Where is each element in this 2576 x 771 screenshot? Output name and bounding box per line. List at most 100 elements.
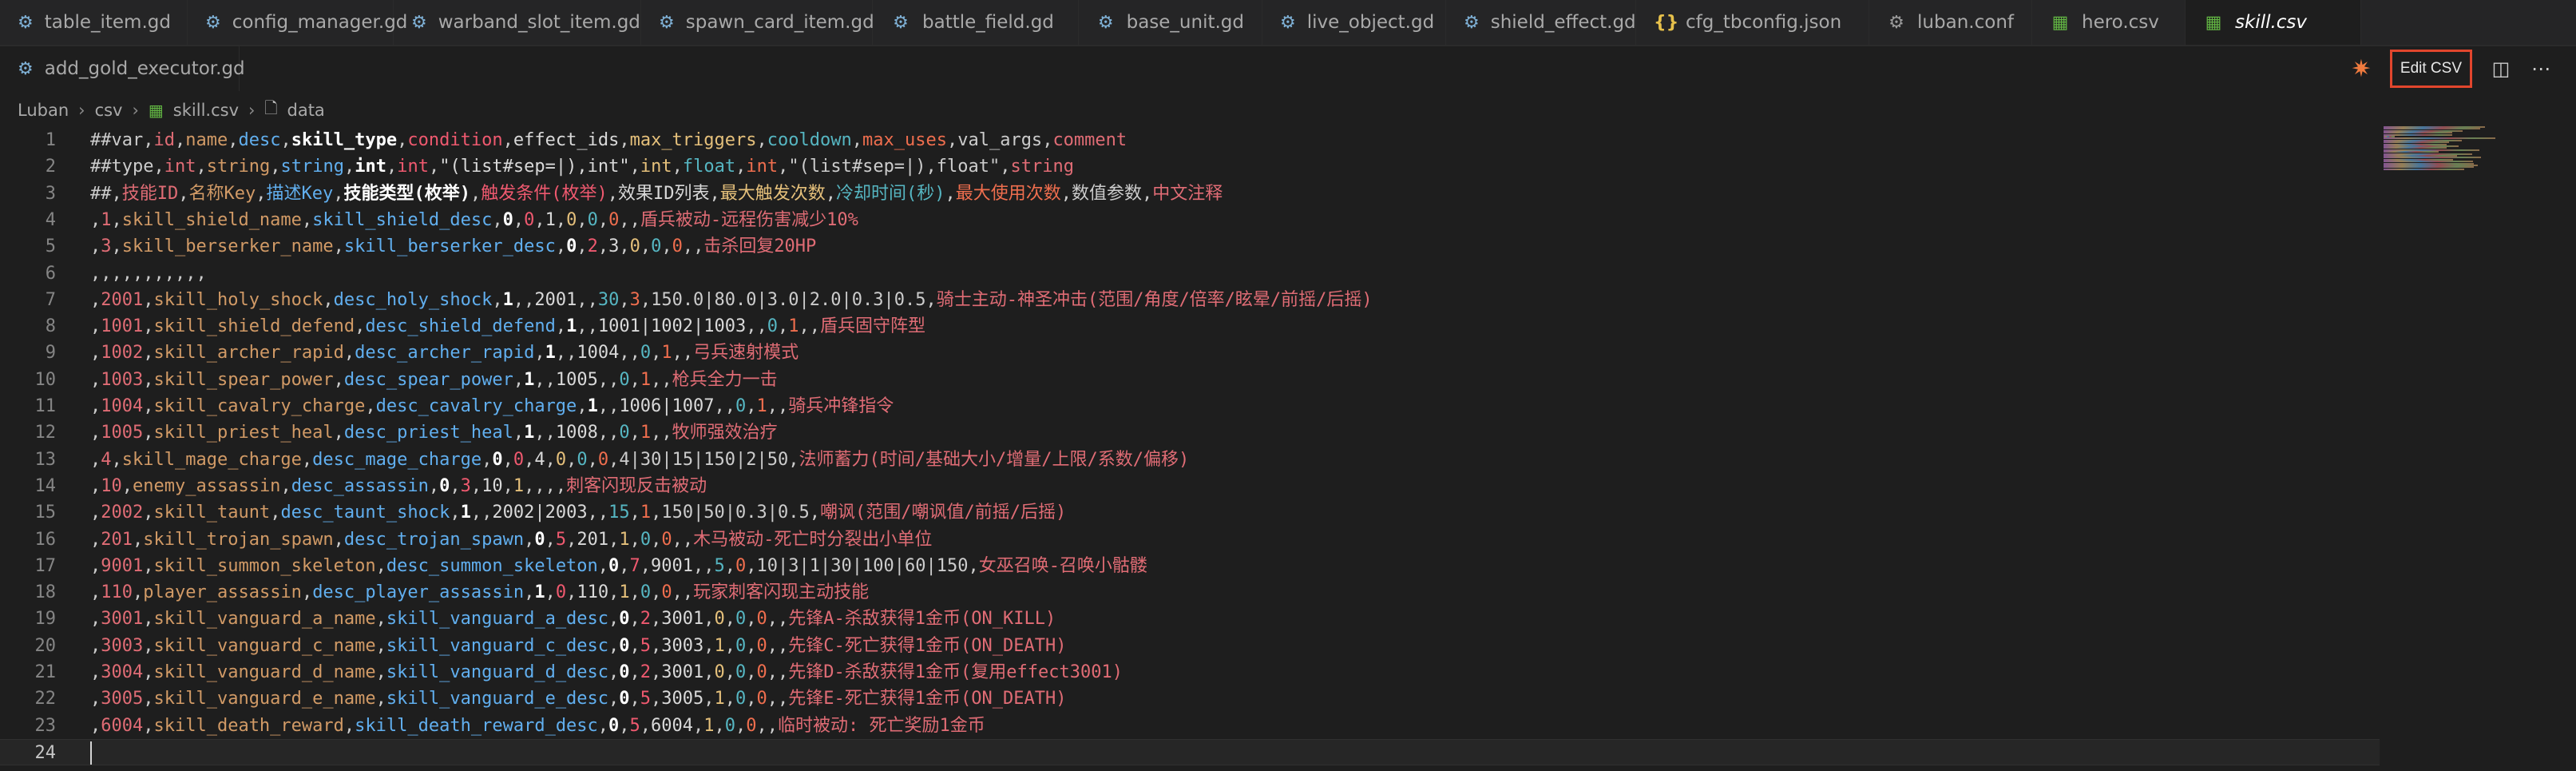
line-number: 6	[45, 263, 56, 284]
csv-cell: desc_trojan_spawn	[343, 529, 525, 550]
csv-cell: 先锋E-死亡获得1金币(ON_DEATH)	[788, 689, 1067, 709]
csv-cell: 描述Key	[266, 183, 334, 204]
code-line[interactable]: 6,,,,,,,,,,,	[0, 260, 2380, 287]
code-line[interactable]: 5 ,3,skill_berserker_name,skill_berserker…	[0, 233, 2380, 260]
breadcrumb: Luban › csv › ▦ skill.csv › 🗋 data	[18, 94, 325, 126]
code-line[interactable]: 15,2002,skill_taunt,desc_taunt_shock,1,,…	[0, 499, 2380, 526]
code-line[interactable]: 11,1004,skill_cavalry_charge,desc_cavalr…	[0, 393, 2380, 419]
csv-cell: 牧师强效治疗	[672, 423, 778, 443]
csv-cell: enemy_assassin	[133, 475, 281, 496]
csv-cell: 5	[714, 555, 725, 576]
code-line[interactable]: 3 ##,技能ID,名称Key,描述Key,技能类型(枚举),触发条件(枚举),效…	[0, 181, 2380, 207]
sparkle-icon[interactable]: ✷	[2347, 53, 2376, 85]
code-line[interactable]: 10,1003,skill_spear_power,desc_spear_pow…	[0, 367, 2380, 393]
breadcrumb-item-data[interactable]: data	[287, 101, 325, 120]
csv-cell: skill_holy_shock	[153, 289, 323, 310]
csv-cell: 1	[661, 343, 672, 364]
code-line[interactable]: 23 ,6004,skill_death_reward,skill_death_r…	[0, 713, 2380, 739]
tab-base-unit-gd[interactable]: ⚙ base_unit.gd	[1079, 0, 1262, 45]
code-line[interactable]: 12 ,1005,skill_priest_heal,desc_priest_he…	[0, 419, 2380, 446]
csv-cell: skill_vanguard_c_name	[153, 635, 376, 656]
csv-cell: 9001	[651, 555, 694, 576]
editor-scrollbar[interactable]	[2554, 126, 2576, 771]
code-line[interactable]: 14,10,enemy_assassin,desc_assassin,0,3,1…	[0, 473, 2380, 499]
csv-cell: 1001|1002|1003	[597, 316, 747, 337]
tab-skill-csv[interactable]: ▦ skill.csv	[2186, 0, 2361, 45]
csv-cell: skill_cavalry_charge	[153, 396, 366, 416]
tab-live-object-gd[interactable]: ⚙ live_object.gd	[1262, 0, 1446, 45]
editor-tab-bar-second-row: ⚙ add_gold_executor.gd	[0, 46, 2576, 91]
code-line[interactable]: 22 ,3005,skill_vanguard_e_name,skill_vang…	[0, 686, 2380, 712]
tab-config-manager-gd[interactable]: ⚙ config_manager.gd	[188, 0, 407, 45]
tab-add-gold-executor-gd[interactable]: ⚙ add_gold_executor.gd	[0, 46, 245, 91]
csv-cell: 0	[735, 689, 747, 709]
code-line[interactable]: 16 ,201,skill_trojan_spawn,desc_trojan_sp…	[0, 527, 2380, 553]
more-actions-icon[interactable]: ⋯	[2526, 53, 2555, 85]
code-line[interactable]: 8 ,1001,skill_shield_defend,desc_shield_d…	[0, 313, 2380, 340]
edit-csv-button[interactable]: Edit CSV	[2389, 50, 2472, 88]
code-line[interactable]: 7 ,2001,skill_holy_shock,desc_holy_shock,…	[0, 287, 2380, 313]
code-line[interactable]: 2 ##type,int,string,string,int,int,"(list…	[0, 153, 2380, 180]
code-line[interactable]: 17,9001,skill_summon_skeleton,desc_summo…	[0, 553, 2380, 579]
csv-cell: 5	[640, 689, 652, 709]
line-content: ,1004,skill_cavalry_charge,desc_cavalry_…	[90, 396, 894, 416]
csv-cell: 1	[619, 582, 630, 603]
csv-cell: 效果ID列表	[618, 183, 710, 204]
breadcrumb-item-luban[interactable]: Luban	[18, 101, 69, 120]
code-editor[interactable]: 1 ##var,id,name,desc,skill_type,condition…	[0, 126, 2380, 771]
csv-cell: "(list#sep=|),float"	[788, 157, 1001, 177]
line-number: 1	[45, 130, 56, 150]
csv-cell: skill_berserker_desc	[343, 236, 556, 257]
csv-cell: skill_vanguard_c_desc	[386, 635, 609, 656]
code-line[interactable]: 21 ,3004,skill_vanguard_d_name,skill_vang…	[0, 659, 2380, 686]
tab-battle-field-gd[interactable]: ⚙ battle_field.gd	[873, 0, 1079, 45]
csv-cell: id	[153, 130, 175, 150]
minimap[interactable]	[2384, 126, 2543, 174]
csv-cell: int	[164, 157, 196, 177]
gear-icon: ⚙	[1280, 12, 1296, 33]
line-number: 23	[34, 715, 57, 736]
code-line[interactable]: 13 ,4,skill_mage_charge,desc_mage_charge,…	[0, 447, 2380, 473]
gear-icon: ⚙	[411, 12, 427, 33]
tab-shield-effect-gd[interactable]: ⚙ shield_effect.gd	[1446, 0, 1636, 45]
tab-spawn-card-item-gd[interactable]: ⚙ spawn_card_item.gd	[641, 0, 874, 45]
tab-warband-slot-item-gd[interactable]: ⚙ warband_slot_item.gd	[394, 0, 641, 45]
split-editor-icon[interactable]: ◫	[2487, 53, 2515, 85]
csv-cell: ##type	[90, 157, 154, 177]
breadcrumb-item-file[interactable]: skill.csv	[173, 101, 239, 120]
line-content: ,1003,skill_spear_power,desc_spear_power…	[90, 369, 778, 390]
code-line[interactable]: 20 ,3003,skill_vanguard_c_name,skill_vang…	[0, 633, 2380, 659]
table-icon: ▦	[148, 101, 164, 120]
line-number: 15	[34, 503, 57, 523]
csv-cell: skill_shield_defend	[153, 316, 355, 337]
csv-cell: 盾兵固守阵型	[820, 316, 926, 337]
tab-cfg-tbconfig-json[interactable]: {} cfg_tbconfig.json	[1636, 0, 1869, 45]
gear-icon: ⚙	[205, 12, 221, 33]
csv-cell: 0	[629, 236, 640, 257]
code-line[interactable]: 1 ##var,id,name,desc,skill_type,condition…	[0, 127, 2380, 153]
code-line[interactable]: 19 ,3001,skill_vanguard_a_name,skill_vang…	[0, 606, 2380, 632]
line-number: 22	[34, 689, 57, 709]
code-line[interactable]: 24	[0, 738, 2380, 765]
csv-cell: 1	[788, 316, 799, 337]
csv-cell: 0	[735, 555, 747, 576]
csv-cell: val_args	[957, 130, 1043, 150]
csv-cell: 弓兵速射模式	[693, 343, 799, 364]
code-line[interactable]: 18,110,player_assassin,desc_player_assas…	[0, 579, 2380, 606]
tab-hero-csv[interactable]: ▦ hero.csv	[2032, 0, 2186, 45]
csv-cell: 0	[640, 529, 652, 550]
csv-cell: 0	[735, 662, 747, 682]
line-content: ,2001,skill_holy_shock,desc_holy_shock,1…	[90, 289, 1373, 310]
code-line[interactable]: 4 ,1,skill_shield_name,skill_shield_desc,…	[0, 207, 2380, 233]
csv-cell: 0	[640, 582, 652, 603]
breadcrumb-item-csv[interactable]: csv	[95, 101, 123, 120]
tab-table-item-gd[interactable]: ⚙ table_item.gd	[0, 0, 188, 45]
code-line[interactable]: 9 ,1002,skill_archer_rapid,desc_archer_ra…	[0, 340, 2380, 366]
line-content: ,10,enemy_assassin,desc_assassin,0,3,10,…	[90, 475, 707, 496]
csv-cell: int	[746, 157, 779, 177]
csv-cell: 1002	[101, 343, 144, 364]
file-icon: 🗋	[264, 98, 278, 117]
csv-cell: 3005	[661, 689, 704, 709]
csv-cell: 0	[555, 449, 567, 470]
tab-luban-conf[interactable]: ⚙ luban.conf	[1869, 0, 2032, 45]
